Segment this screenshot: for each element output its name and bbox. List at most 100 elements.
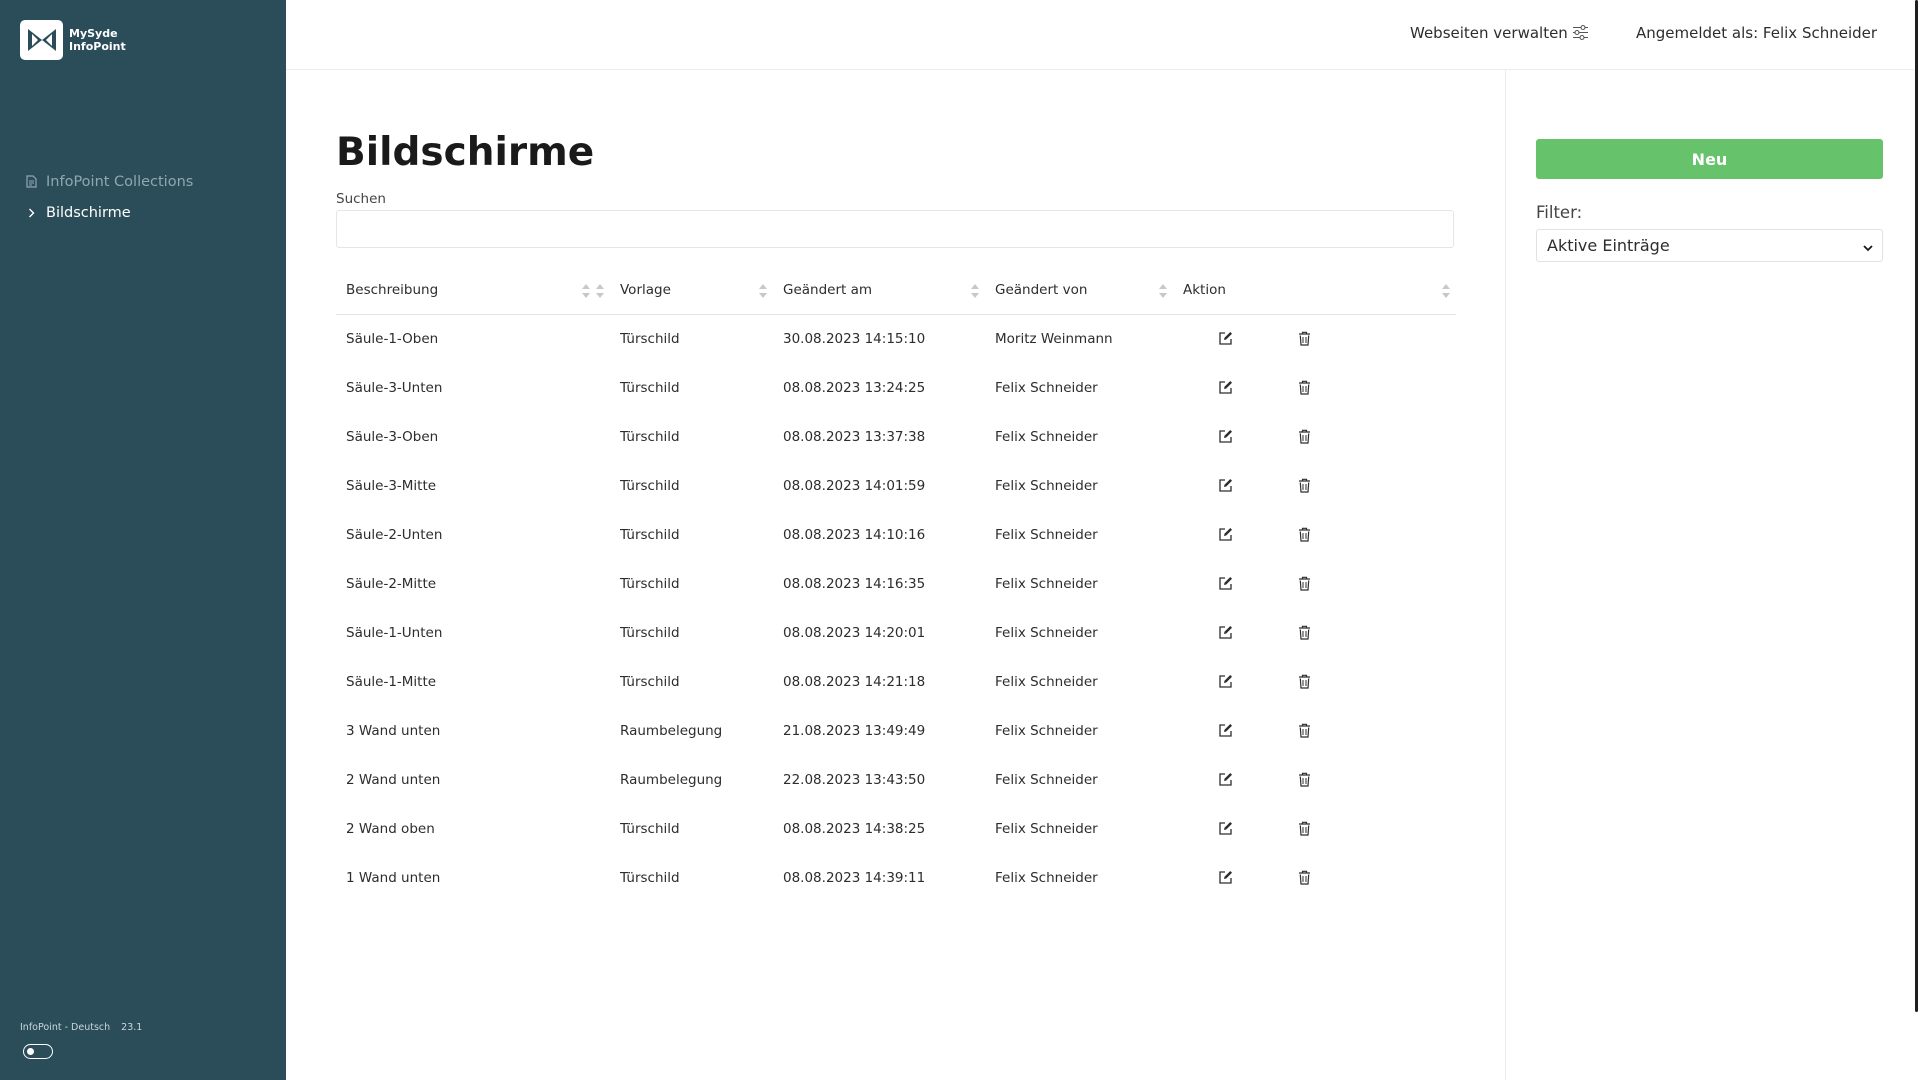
sidebar-item-infopoint-collections[interactable]: InfoPoint Collections — [24, 166, 193, 197]
sort-icon[interactable] — [596, 284, 604, 298]
trash-icon[interactable] — [1292, 621, 1316, 645]
cell-vorlage: Türschild — [620, 330, 680, 347]
table-row[interactable]: Säule-3-Mitte Türschild 08.08.2023 14:01… — [336, 461, 1456, 510]
chevron-right-icon — [24, 208, 38, 218]
cell-vorlage: Türschild — [620, 477, 680, 494]
edit-icon[interactable] — [1213, 376, 1237, 400]
edit-icon[interactable] — [1213, 817, 1237, 841]
cell-geaendert-von: Felix Schneider — [995, 624, 1098, 641]
app-logo[interactable]: MySyde InfoPoint — [20, 20, 126, 60]
trash-icon[interactable] — [1292, 327, 1316, 351]
column-header-aktion[interactable]: Aktion — [1173, 266, 1456, 315]
table-row[interactable]: Säule-3-Oben Türschild 08.08.2023 13:37:… — [336, 412, 1456, 461]
column-header-geaendert-von[interactable]: Geändert von — [985, 266, 1173, 315]
cell-vorlage: Türschild — [620, 673, 680, 690]
cell-aktion — [1173, 706, 1456, 755]
edit-icon[interactable] — [1213, 474, 1237, 498]
edit-icon[interactable] — [1213, 327, 1237, 351]
sort-icon[interactable] — [759, 284, 767, 298]
cell-geaendert-von: Felix Schneider — [995, 526, 1098, 543]
sort-icon[interactable] — [971, 284, 979, 298]
cell-aktion — [1173, 755, 1456, 804]
cell-beschreibung: 1 Wand unten — [346, 869, 441, 886]
cell-geaendert-von: Felix Schneider — [995, 428, 1098, 445]
screens-table: Beschreibung Vorlage Geändert am Geänder… — [336, 266, 1456, 902]
edit-icon[interactable] — [1213, 768, 1237, 792]
trash-icon[interactable] — [1292, 817, 1316, 841]
table-row[interactable]: Säule-1-Mitte Türschild 08.08.2023 14:21… — [336, 657, 1456, 706]
table-row[interactable]: 3 Wand unten Raumbelegung 21.08.2023 13:… — [336, 706, 1456, 755]
trash-icon[interactable] — [1292, 523, 1316, 547]
edit-icon[interactable] — [1213, 621, 1237, 645]
manage-websites-link[interactable]: Webseiten verwalten — [1410, 24, 1568, 42]
toggle-knob — [27, 1047, 34, 1055]
column-divider — [1505, 70, 1506, 1080]
cell-aktion — [1173, 853, 1456, 902]
cell-vorlage: Türschild — [620, 428, 680, 445]
sidebar: MySyde InfoPoint InfoPoint Collections B… — [0, 0, 286, 1080]
cell-beschreibung: Säule-2-Unten — [346, 526, 443, 543]
logo-mark-icon — [20, 20, 63, 60]
cell-geaendert-von: Felix Schneider — [995, 869, 1098, 886]
table-row[interactable]: Säule-2-Mitte Türschild 08.08.2023 14:16… — [336, 559, 1456, 608]
version-number: 23.1 — [121, 1022, 143, 1033]
table-row[interactable]: Säule-1-Oben Türschild 30.08.2023 14:15:… — [336, 314, 1456, 363]
table-row[interactable]: 2 Wand oben Türschild 08.08.2023 14:38:2… — [336, 804, 1456, 853]
cell-geaendert-am: 08.08.2023 14:20:01 — [783, 624, 926, 641]
edit-icon[interactable] — [1213, 866, 1237, 890]
edit-icon[interactable] — [1213, 670, 1237, 694]
sliders-icon[interactable] — [1572, 24, 1589, 45]
page-title: Bildschirme — [336, 130, 595, 175]
table-row[interactable]: Säule-3-Unten Türschild 08.08.2023 13:24… — [336, 363, 1456, 412]
sort-icon[interactable] — [582, 284, 590, 298]
cell-geaendert-am: 22.08.2023 13:43:50 — [783, 771, 926, 788]
table-row[interactable]: 1 Wand unten Türschild 08.08.2023 14:39:… — [336, 853, 1456, 902]
cell-beschreibung: Säule-1-Oben — [346, 330, 439, 347]
sort-icon[interactable] — [1442, 284, 1450, 298]
trash-icon[interactable] — [1292, 670, 1316, 694]
filter-select[interactable]: Aktive Einträge — [1536, 229, 1883, 262]
edit-icon[interactable] — [1213, 425, 1237, 449]
cell-geaendert-am: 08.08.2023 14:21:18 — [783, 673, 926, 690]
cell-aktion — [1173, 804, 1456, 853]
column-header-empty[interactable] — [596, 266, 610, 315]
cell-aktion — [1173, 657, 1456, 706]
trash-icon[interactable] — [1292, 425, 1316, 449]
cell-vorlage: Raumbelegung — [620, 722, 723, 739]
table-row[interactable]: Säule-2-Unten Türschild 08.08.2023 14:10… — [336, 510, 1456, 559]
theme-toggle[interactable] — [23, 1044, 53, 1059]
column-header-beschreibung[interactable]: Beschreibung — [336, 266, 596, 315]
trash-icon[interactable] — [1292, 376, 1316, 400]
table-row[interactable]: Säule-1-Unten Türschild 08.08.2023 14:20… — [336, 608, 1456, 657]
cell-beschreibung: 2 Wand unten — [346, 771, 441, 788]
new-button[interactable]: Neu — [1536, 139, 1883, 179]
filter-selected-value: Aktive Einträge — [1547, 236, 1670, 255]
table-row[interactable]: 2 Wand unten Raumbelegung 22.08.2023 13:… — [336, 755, 1456, 804]
app-name: MySyde InfoPoint — [69, 27, 126, 53]
top-bar: Webseiten verwalten Angemeldet als: Feli… — [286, 0, 1914, 70]
sidebar-item-bildschirme[interactable]: Bildschirme — [24, 197, 193, 228]
cell-geaendert-von: Felix Schneider — [995, 771, 1098, 788]
column-header-geaendert-am[interactable]: Geändert am — [773, 266, 985, 315]
scrollbar-thumb[interactable] — [1915, 0, 1918, 1012]
cell-geaendert-von: Moritz Weinmann — [995, 330, 1113, 347]
edit-icon[interactable] — [1213, 523, 1237, 547]
trash-icon[interactable] — [1292, 572, 1316, 596]
edit-icon[interactable] — [1213, 719, 1237, 743]
column-header-vorlage[interactable]: Vorlage — [610, 266, 773, 315]
column-header-label: Geändert von — [995, 281, 1088, 298]
edit-icon[interactable] — [1213, 572, 1237, 596]
trash-icon[interactable] — [1292, 474, 1316, 498]
cell-vorlage: Türschild — [620, 869, 680, 886]
version-info: InfoPoint - Deutsch 23.1 — [20, 1022, 142, 1033]
trash-icon[interactable] — [1292, 719, 1316, 743]
column-header-label: Geändert am — [783, 281, 873, 298]
chevron-down-icon — [1862, 239, 1874, 258]
search-input[interactable] — [336, 210, 1454, 248]
trash-icon[interactable] — [1292, 866, 1316, 890]
logged-in-user: Angemeldet als: Felix Schneider — [1636, 24, 1878, 42]
sort-icon[interactable] — [1159, 284, 1167, 298]
search-label: Suchen — [336, 191, 386, 207]
trash-icon[interactable] — [1292, 768, 1316, 792]
cell-aktion — [1173, 461, 1456, 510]
